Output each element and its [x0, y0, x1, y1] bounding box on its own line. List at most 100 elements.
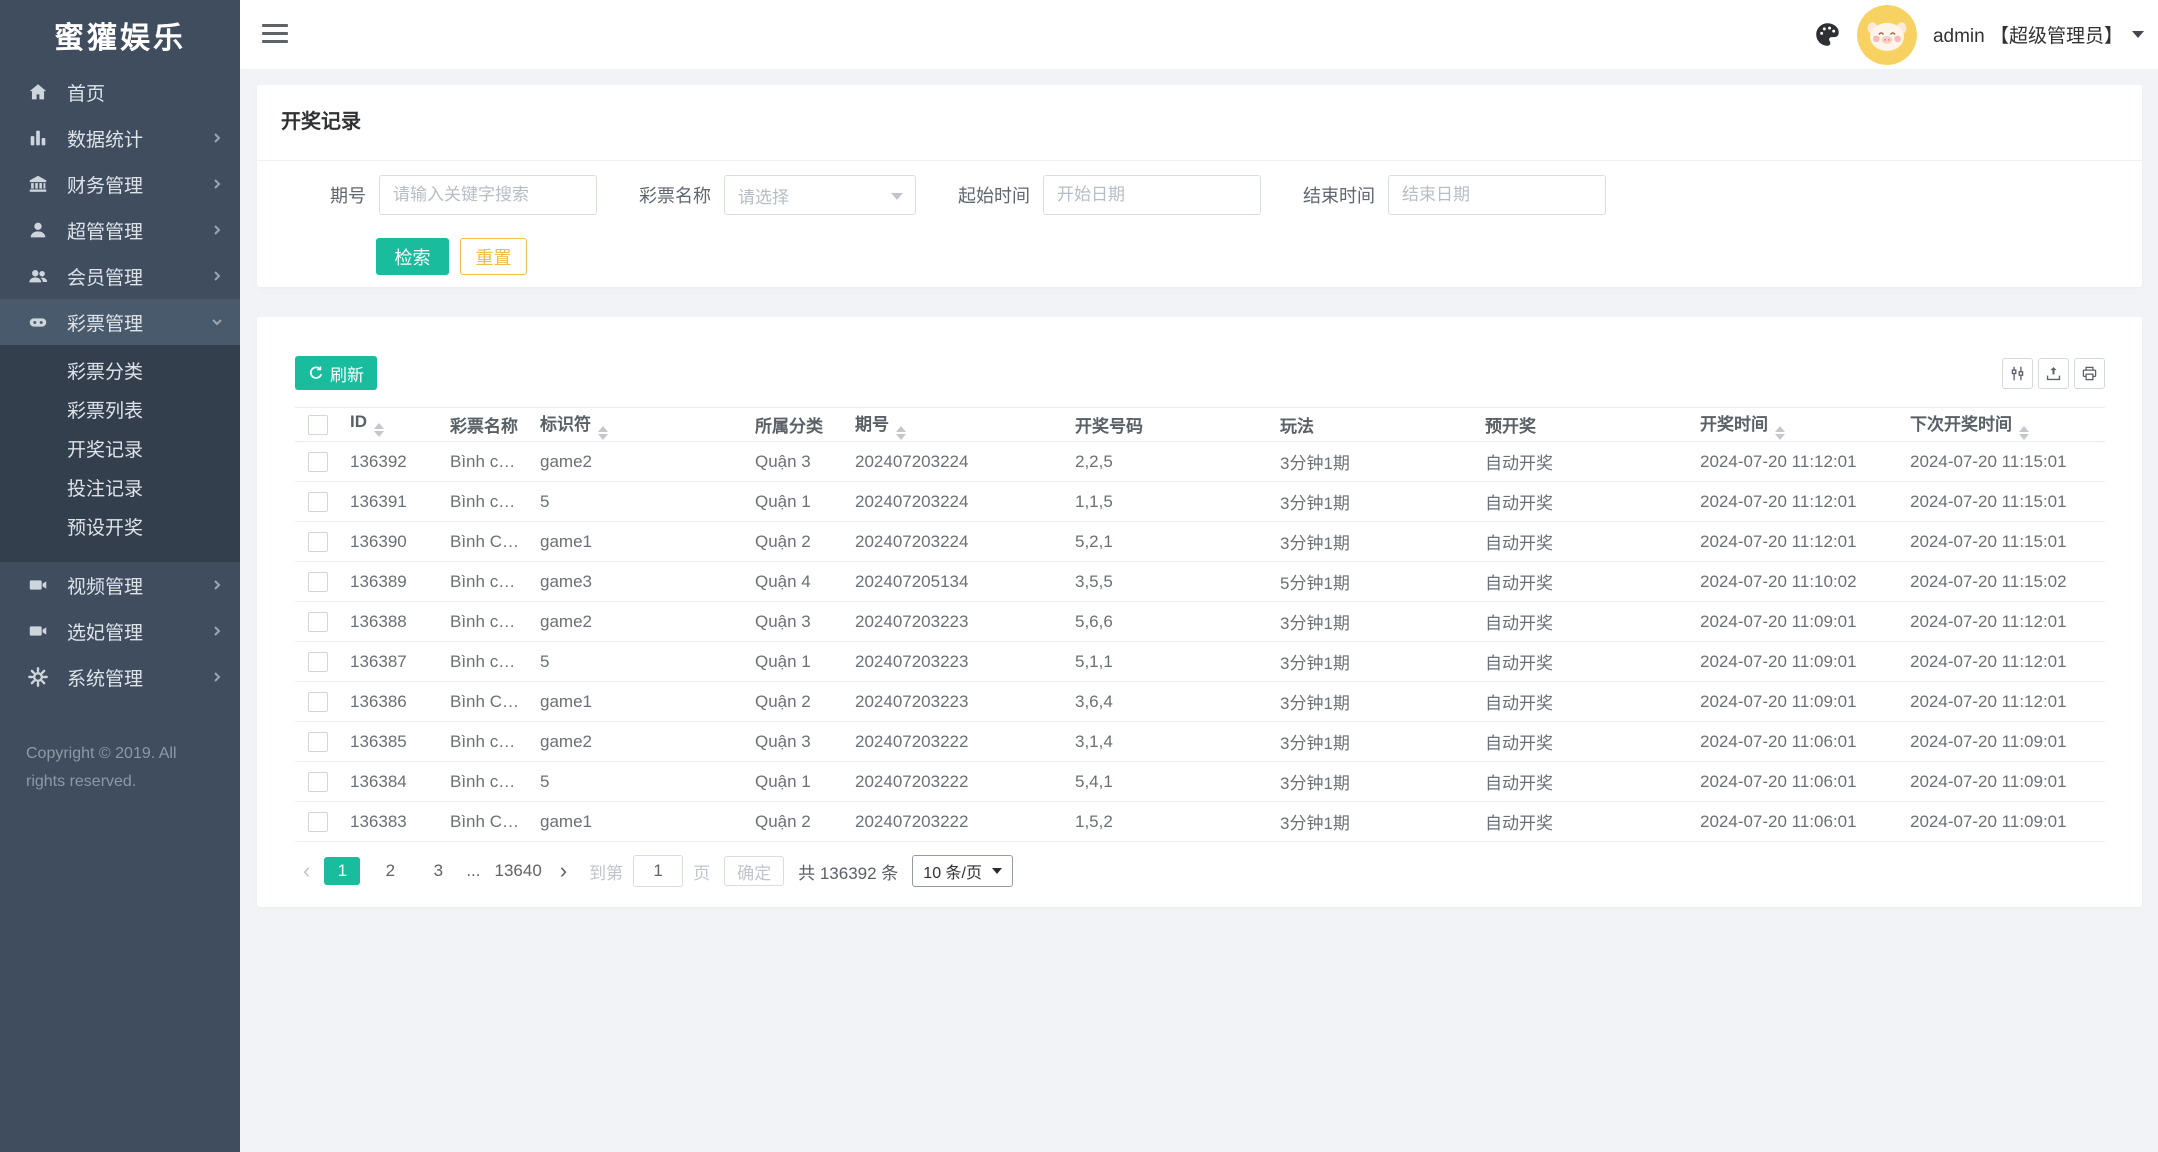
lottery-name-select[interactable]: 请选择	[724, 175, 916, 215]
sidebar-item-draw-records[interactable]: 开奖记录	[0, 431, 240, 470]
prev-page-button[interactable]: ‹	[295, 860, 318, 882]
select-all-checkbox[interactable]	[308, 415, 328, 435]
col-identifier[interactable]: 标识符	[530, 408, 745, 442]
table-cell: 202407203224	[845, 442, 1065, 482]
table-cell: 2024-07-20 11:06:01	[1690, 722, 1900, 762]
next-page-button[interactable]: ›	[552, 860, 575, 882]
hamburger-menu-icon[interactable]	[262, 24, 288, 43]
row-checkbox[interactable]	[308, 652, 328, 672]
row-checkbox[interactable]	[308, 532, 328, 552]
row-checkbox[interactable]	[308, 492, 328, 512]
column-filter-button[interactable]	[2002, 358, 2033, 389]
select-all-header	[295, 408, 340, 442]
sidebar-item-label: 视频管理	[67, 572, 143, 599]
table-cell: 2024-07-20 11:09:01	[1900, 762, 2105, 802]
sidebar-item-label: 数据统计	[67, 125, 143, 152]
sidebar-item-home[interactable]: 首页	[0, 69, 240, 115]
sidebar-item-label: 超管管理	[67, 217, 143, 244]
table-cell: 2024-07-20 11:15:01	[1900, 482, 2105, 522]
sort-icon[interactable]	[896, 426, 906, 440]
table-cell: 136383	[340, 802, 440, 842]
sort-icon[interactable]	[598, 426, 608, 440]
refresh-button[interactable]: 刷新	[295, 356, 377, 390]
table-row: 136390Bình Ch...game1Quận 22024072032245…	[295, 522, 2105, 562]
sidebar-item-preset-draw[interactable]: 预设开奖	[0, 509, 240, 548]
table-cell: 136392	[340, 442, 440, 482]
page-size-select[interactable]: 10 条/页	[912, 855, 1013, 887]
table-cell: 202407203222	[845, 762, 1065, 802]
table-cell: 自动开奖	[1475, 682, 1690, 722]
row-checkbox[interactable]	[308, 612, 328, 632]
sidebar-item-superadmin[interactable]: 超管管理	[0, 207, 240, 253]
table-cell: 3,1,4	[1065, 722, 1270, 762]
start-date-input[interactable]	[1043, 175, 1261, 215]
table-cell: 2024-07-20 11:09:01	[1690, 682, 1900, 722]
table-cell: Quận 2	[745, 522, 845, 562]
reset-button[interactable]: 重置	[460, 238, 527, 275]
row-checkbox-cell	[295, 442, 340, 482]
row-checkbox[interactable]	[308, 572, 328, 592]
col-play-type: 玩法	[1270, 408, 1475, 442]
gear-icon	[26, 665, 50, 689]
table-cell: Bình Ch...	[440, 802, 530, 842]
table-cell: 2024-07-20 11:06:01	[1690, 762, 1900, 802]
sidebar-item-lottery-list[interactable]: 彩票列表	[0, 392, 240, 431]
sidebar-item-lottery-category[interactable]: 彩票分类	[0, 353, 240, 392]
row-checkbox-cell	[295, 682, 340, 722]
user-name: admin 【超级管理员】	[1933, 21, 2123, 48]
sidebar-item-bet-records[interactable]: 投注记录	[0, 470, 240, 509]
table-cell: 2024-07-20 11:09:01	[1900, 802, 2105, 842]
table-cell: game3	[530, 562, 745, 602]
theme-palette-icon[interactable]	[1814, 21, 1841, 48]
table-row: 136392Bình chọ...game2Quận 3202407203224…	[295, 442, 2105, 482]
export-button[interactable]	[2038, 358, 2069, 389]
table-cell: 2024-07-20 11:09:01	[1900, 722, 2105, 762]
row-checkbox[interactable]	[308, 812, 328, 832]
table-cell: 2,2,5	[1065, 442, 1270, 482]
goto-confirm-button[interactable]: 确定	[724, 856, 784, 886]
sidebar-item-members[interactable]: 会员管理	[0, 253, 240, 299]
user-menu[interactable]: admin 【超级管理员】	[1933, 21, 2144, 48]
sidebar-item-system[interactable]: 系统管理	[0, 654, 240, 700]
issue-search-input[interactable]	[379, 175, 597, 215]
table-row: 136385Bình chọ...game2Quận 3202407203222…	[295, 722, 2105, 762]
goto-label: 到第	[589, 859, 623, 884]
sidebar-item-concubine[interactable]: 选妃管理	[0, 608, 240, 654]
table-cell: Bình Ch...	[440, 522, 530, 562]
sidebar-item-lottery[interactable]: 彩票管理	[0, 299, 240, 345]
col-issue[interactable]: 期号	[845, 408, 1065, 442]
col-draw-time[interactable]: 开奖时间	[1690, 408, 1900, 442]
col-id[interactable]: ID	[340, 408, 440, 442]
table-cell: 自动开奖	[1475, 442, 1690, 482]
table-cell: 3分钟1期	[1270, 482, 1475, 522]
row-checkbox[interactable]	[308, 772, 328, 792]
page-number-1[interactable]: 1	[324, 857, 360, 885]
col-next-draw-time[interactable]: 下次开奖时间	[1900, 408, 2105, 442]
sidebar-item-video[interactable]: 视频管理	[0, 562, 240, 608]
export-icon	[2045, 365, 2062, 382]
page-number-3[interactable]: 3	[420, 857, 456, 885]
end-date-input[interactable]	[1388, 175, 1606, 215]
table-cell: Quận 1	[745, 642, 845, 682]
page-numbers: 123...13640	[318, 857, 551, 885]
page-number-13640[interactable]: 13640	[491, 857, 546, 885]
row-checkbox[interactable]	[308, 692, 328, 712]
row-checkbox[interactable]	[308, 452, 328, 472]
avatar[interactable]	[1857, 5, 1917, 65]
goto-page-input[interactable]	[633, 855, 683, 887]
home-icon	[26, 80, 50, 104]
table-cell: 202407203222	[845, 722, 1065, 762]
print-button[interactable]	[2074, 358, 2105, 389]
sidebar-item-finance[interactable]: 财务管理	[0, 161, 240, 207]
table-cell: 136389	[340, 562, 440, 602]
row-checkbox[interactable]	[308, 732, 328, 752]
table-cell: Quận 3	[745, 722, 845, 762]
sort-icon[interactable]	[2019, 426, 2029, 440]
chevron-right-icon	[210, 578, 224, 592]
sort-icon[interactable]	[1775, 426, 1785, 440]
sort-icon[interactable]	[374, 423, 384, 437]
refresh-icon	[308, 365, 324, 381]
search-button[interactable]: 检索	[376, 238, 449, 275]
page-number-2[interactable]: 2	[372, 857, 408, 885]
sidebar-item-statistics[interactable]: 数据统计	[0, 115, 240, 161]
